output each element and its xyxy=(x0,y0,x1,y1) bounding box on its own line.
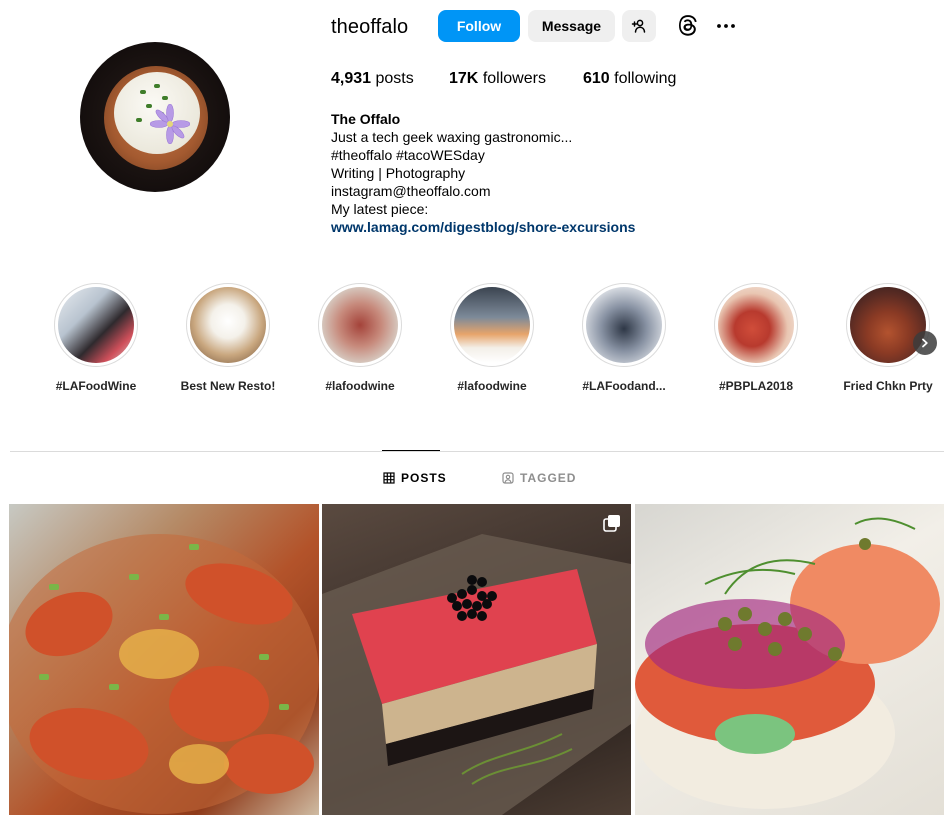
carousel-icon xyxy=(603,515,620,532)
bio-name: The Offalo xyxy=(331,111,401,127)
suggested-accounts-button[interactable] xyxy=(622,10,656,42)
post-thumbnail[interactable] xyxy=(322,504,631,815)
add-person-icon xyxy=(631,19,646,33)
highlight-item[interactable]: #LAFoodand... xyxy=(564,283,684,393)
highlight-cover xyxy=(190,287,266,363)
tagged-user-icon xyxy=(502,472,514,484)
following-label: following xyxy=(614,70,677,87)
followers-label: followers xyxy=(482,70,546,87)
tab-posts-label: POSTS xyxy=(401,471,447,485)
followers-stat[interactable]: 17K followers xyxy=(449,70,546,88)
highlight-label: #LAFoodand... xyxy=(582,379,666,393)
highlight-ring xyxy=(582,283,666,367)
following-count: 610 xyxy=(583,70,610,87)
following-stat[interactable]: 610 following xyxy=(583,70,676,88)
tuna-caviar-image xyxy=(322,534,631,815)
profile-username: theoffalo xyxy=(331,16,409,38)
bio-line: #theoffalo #tacoWESday xyxy=(331,147,485,163)
avatar-herb xyxy=(136,118,142,122)
highlight-item[interactable]: #lafoodwine xyxy=(300,283,420,393)
highlights-next-button[interactable] xyxy=(913,331,937,355)
post-thumbnail[interactable] xyxy=(635,504,944,815)
highlight-cover xyxy=(850,287,926,363)
followers-count: 17K xyxy=(449,70,479,87)
threads-icon[interactable] xyxy=(676,13,700,37)
avatar-herb xyxy=(140,90,146,94)
highlight-label: Best New Resto! xyxy=(180,379,276,393)
more-options-icon[interactable] xyxy=(714,14,738,38)
highlight-item[interactable]: #lafoodwine xyxy=(432,283,552,393)
profile-bio: The Offalo Just a tech geek waxing gastr… xyxy=(331,110,635,236)
highlight-item[interactable]: #LAFoodWine xyxy=(36,283,156,393)
tab-posts[interactable]: POSTS xyxy=(383,471,447,485)
posts-label: posts xyxy=(375,70,414,87)
bio-external-link[interactable]: www.lamag.com/digestblog/shore-excursion… xyxy=(331,219,635,235)
highlight-item[interactable]: Best New Resto! xyxy=(168,283,288,393)
highlight-cover xyxy=(718,287,794,363)
highlight-ring xyxy=(846,283,930,367)
highlight-label: #PBPLA2018 xyxy=(718,379,794,393)
lobster-dish-image xyxy=(9,534,319,814)
highlight-cover xyxy=(454,287,530,363)
flower-garnish xyxy=(150,104,190,144)
highlight-ring xyxy=(714,283,798,367)
active-tab-indicator xyxy=(382,450,440,451)
avatar-herb xyxy=(154,84,160,88)
profile-avatar[interactable] xyxy=(80,42,230,192)
highlight-label: #LAFoodWine xyxy=(55,379,137,393)
lox-bagel-image xyxy=(635,517,940,809)
highlight-label: Fried Chkn Prty xyxy=(843,379,933,393)
posts-stat: 4,931 posts xyxy=(331,70,414,88)
highlight-ring xyxy=(186,283,270,367)
follow-button[interactable]: Follow xyxy=(438,10,520,42)
highlight-ring xyxy=(318,283,402,367)
story-highlights: #LAFoodWine Best New Resto! #lafoodwine … xyxy=(0,283,949,403)
message-button[interactable]: Message xyxy=(528,10,615,42)
highlight-label: #lafoodwine xyxy=(325,379,395,393)
highlight-ring xyxy=(450,283,534,367)
grid-icon xyxy=(383,472,395,484)
posts-count: 4,931 xyxy=(331,70,372,87)
highlight-cover xyxy=(322,287,398,363)
highlight-cover xyxy=(586,287,662,363)
highlight-cover xyxy=(58,287,134,363)
bio-line: Writing | Photography xyxy=(331,165,466,181)
bio-line: instagram@theoffalo.com xyxy=(331,183,491,199)
tab-tagged[interactable]: TAGGED xyxy=(502,471,576,485)
highlight-label: #lafoodwine xyxy=(457,379,527,393)
avatar-herb xyxy=(162,96,168,100)
highlight-item[interactable]: #PBPLA2018 xyxy=(696,283,816,393)
bio-line: My latest piece: xyxy=(331,201,429,217)
tabs-divider xyxy=(10,451,944,452)
tab-tagged-label: TAGGED xyxy=(520,471,577,485)
highlight-ring xyxy=(54,283,138,367)
bio-line: Just a tech geek waxing gastronomic... xyxy=(331,129,573,145)
post-thumbnail[interactable] xyxy=(9,504,319,815)
chevron-right-icon xyxy=(922,338,928,348)
